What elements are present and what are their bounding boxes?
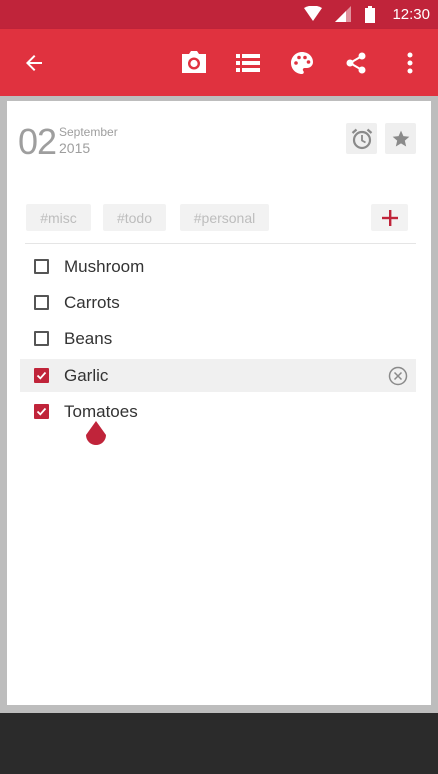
tag-todo[interactable]: #todo xyxy=(103,204,166,231)
list-item: Carrots xyxy=(20,286,416,319)
alarm-clock-icon xyxy=(351,128,372,149)
check-icon xyxy=(36,407,47,416)
note-date-day: 02 xyxy=(18,121,57,162)
list-item: Mushroom xyxy=(20,250,416,283)
item-checkbox-checked[interactable] xyxy=(34,368,49,383)
note-date-year: 2015 xyxy=(59,140,91,156)
item-label[interactable]: Beans xyxy=(64,329,112,349)
favorite-button[interactable] xyxy=(385,123,416,154)
checklist-button[interactable] xyxy=(228,43,268,83)
text-cursor-handle-icon[interactable] xyxy=(85,421,107,448)
camera-icon xyxy=(182,51,206,73)
star-icon xyxy=(392,130,409,146)
note-date-month: September xyxy=(59,125,118,139)
item-label[interactable]: Carrots xyxy=(64,293,120,313)
camera-button[interactable] xyxy=(174,43,214,83)
palette-icon xyxy=(291,52,313,74)
reminder-button[interactable] xyxy=(346,123,377,154)
item-checkbox[interactable] xyxy=(34,295,49,310)
item-label[interactable]: Tomatoes xyxy=(64,402,138,422)
list-item: Beans xyxy=(20,322,416,355)
check-icon xyxy=(36,371,47,380)
status-bar: 12:30 xyxy=(0,0,438,29)
plus-icon xyxy=(381,209,398,226)
item-label[interactable]: Garlic xyxy=(64,366,108,386)
wifi-icon xyxy=(304,6,322,21)
item-checkbox[interactable] xyxy=(34,259,49,274)
more-vert-icon xyxy=(407,52,413,74)
list-item: Tomatoes xyxy=(20,395,416,428)
tag-misc[interactable]: #misc xyxy=(26,204,91,231)
add-tag-button[interactable] xyxy=(371,204,408,231)
color-button[interactable] xyxy=(282,43,322,83)
list-icon xyxy=(236,54,260,72)
item-checkbox-checked[interactable] xyxy=(34,404,49,419)
status-time: 12:30 xyxy=(392,6,430,23)
back-button[interactable] xyxy=(14,43,54,83)
remove-item-icon[interactable] xyxy=(388,366,408,386)
tag-personal[interactable]: #personal xyxy=(180,204,269,231)
signal-icon xyxy=(335,6,351,22)
item-label[interactable]: Mushroom xyxy=(64,257,144,277)
battery-icon xyxy=(365,6,375,23)
overflow-menu-button[interactable] xyxy=(390,43,430,83)
item-checkbox[interactable] xyxy=(34,331,49,346)
tags-divider xyxy=(25,243,416,244)
system-nav-bar xyxy=(0,713,438,774)
app-bar xyxy=(0,29,438,96)
back-arrow-icon xyxy=(26,55,42,71)
share-icon xyxy=(346,52,366,74)
list-item-selected: Garlic xyxy=(20,359,416,392)
share-button[interactable] xyxy=(336,43,376,83)
